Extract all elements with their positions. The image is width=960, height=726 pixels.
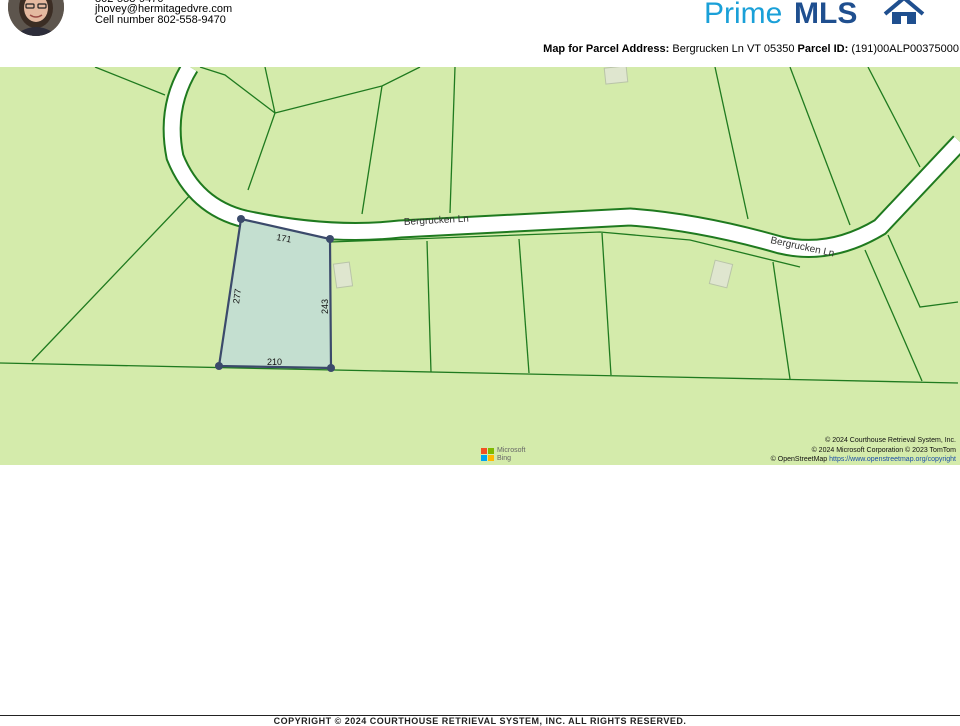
parcel-vertex bbox=[237, 215, 245, 223]
map-title: Map for Parcel Address: Bergrucken Ln VT… bbox=[543, 43, 959, 55]
footer-copyright: COPYRIGHT © 2024 COURTHOUSE RETRIEVAL SY… bbox=[273, 716, 687, 726]
microsoft-logo-icon bbox=[481, 448, 494, 461]
building-footprints bbox=[332, 67, 734, 289]
parcel-dimension-left: 277 bbox=[231, 288, 243, 304]
attribution-osm-text: © OpenStreetMap bbox=[770, 456, 828, 463]
house-icon bbox=[883, 0, 925, 24]
parcel-dimension-right: 243 bbox=[320, 299, 330, 314]
parcel-vertex bbox=[215, 362, 223, 370]
parcel-id-value: (191)00ALP00375000 bbox=[851, 43, 959, 55]
header: 802-558-9470 jhovey@hermitagedvre.com Ce… bbox=[0, 0, 960, 66]
agent-avatar bbox=[8, 0, 64, 36]
primemls-logo: Prime MLS bbox=[704, 0, 925, 30]
agent-cell-number: Cell number 802-558-9470 bbox=[95, 14, 226, 26]
address-value: Bergrucken Ln VT 05350 bbox=[672, 43, 795, 55]
parcel-map[interactable]: Bergrucken Ln Bergrucken Ln 171 243 210 … bbox=[0, 67, 960, 465]
logo-mls-text: MLS bbox=[794, 0, 857, 30]
parcel-vertex bbox=[327, 364, 335, 372]
attribution-crs: © 2024 Courthouse Retrieval System, Inc. bbox=[825, 437, 956, 444]
map-canvas: Bergrucken Ln Bergrucken Ln 171 243 210 … bbox=[0, 67, 960, 384]
address-label: Map for Parcel Address: bbox=[543, 43, 670, 55]
bing-text: Microsoft Bing bbox=[497, 447, 525, 463]
logo-prime-text: Prime bbox=[704, 0, 782, 30]
parcel-vertex bbox=[326, 235, 334, 243]
bing-microsoft-text: Microsoft bbox=[497, 447, 526, 454]
building-footprint bbox=[603, 67, 629, 85]
subject-parcel: 171 243 210 277 bbox=[215, 215, 335, 372]
attribution-microsoft: © 2024 Microsoft Corporation © 2023 TomT… bbox=[811, 447, 956, 454]
attribution-osm: © OpenStreetMap https://www.openstreetma… bbox=[771, 455, 956, 464]
parcel-id-label: Parcel ID: bbox=[797, 43, 849, 55]
bing-bing-text: Bing bbox=[497, 455, 512, 462]
attribution-osm-link[interactable]: https://www.openstreetmap.org/copyright bbox=[829, 456, 956, 463]
parcel-dimension-bottom: 210 bbox=[267, 357, 282, 367]
building-footprint bbox=[332, 261, 354, 289]
road-bergrucken-ln bbox=[162, 67, 960, 258]
building-footprint bbox=[708, 259, 734, 289]
